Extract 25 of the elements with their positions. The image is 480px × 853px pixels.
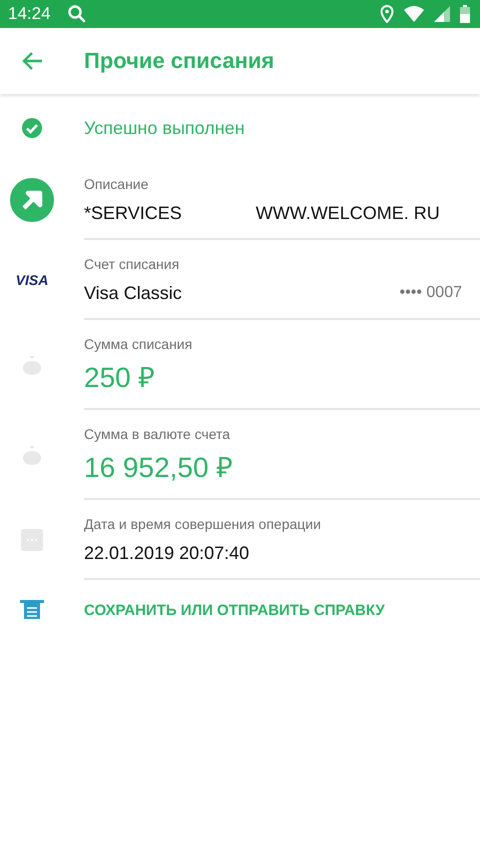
field-value: 22.01.2019 20:07:40: [84, 542, 250, 564]
field-label: Описание: [84, 176, 150, 192]
card-number: •••• 0007: [400, 284, 462, 302]
save-or-send-link[interactable]: СОХРАНИТЬ ИЛИ ОТПРАВИТЬ СПРАВКУ: [84, 602, 385, 618]
status-text: Успешно выполнен: [84, 118, 245, 138]
location-icon: [380, 5, 394, 23]
visa-logo: VISA: [16, 272, 48, 288]
search-icon[interactable]: [66, 4, 87, 24]
amount-value: 250 ₽: [84, 361, 154, 395]
field-value: *SERVICES: [84, 202, 182, 224]
clock: 14:24: [8, 4, 51, 24]
back-icon[interactable]: [22, 51, 44, 71]
field-value: WWW.WELCOME. RU: [256, 202, 440, 224]
amount-value: 16 952,50 ₽: [84, 451, 232, 485]
field-label: Дата и время совершения операции: [84, 516, 322, 532]
field-value: Visa Classic: [84, 282, 182, 304]
field-label: Сумма списания: [84, 336, 194, 352]
check-icon: [22, 118, 42, 138]
field-label: Сумма в валюте счета: [84, 426, 232, 442]
field-label: Счет списания: [84, 256, 180, 272]
battery-icon: [460, 5, 470, 23]
wifi-icon: [404, 6, 424, 22]
receipt-icon: [20, 600, 44, 620]
signal-icon: [434, 6, 450, 22]
screen-title: Прочие списания: [84, 48, 274, 74]
